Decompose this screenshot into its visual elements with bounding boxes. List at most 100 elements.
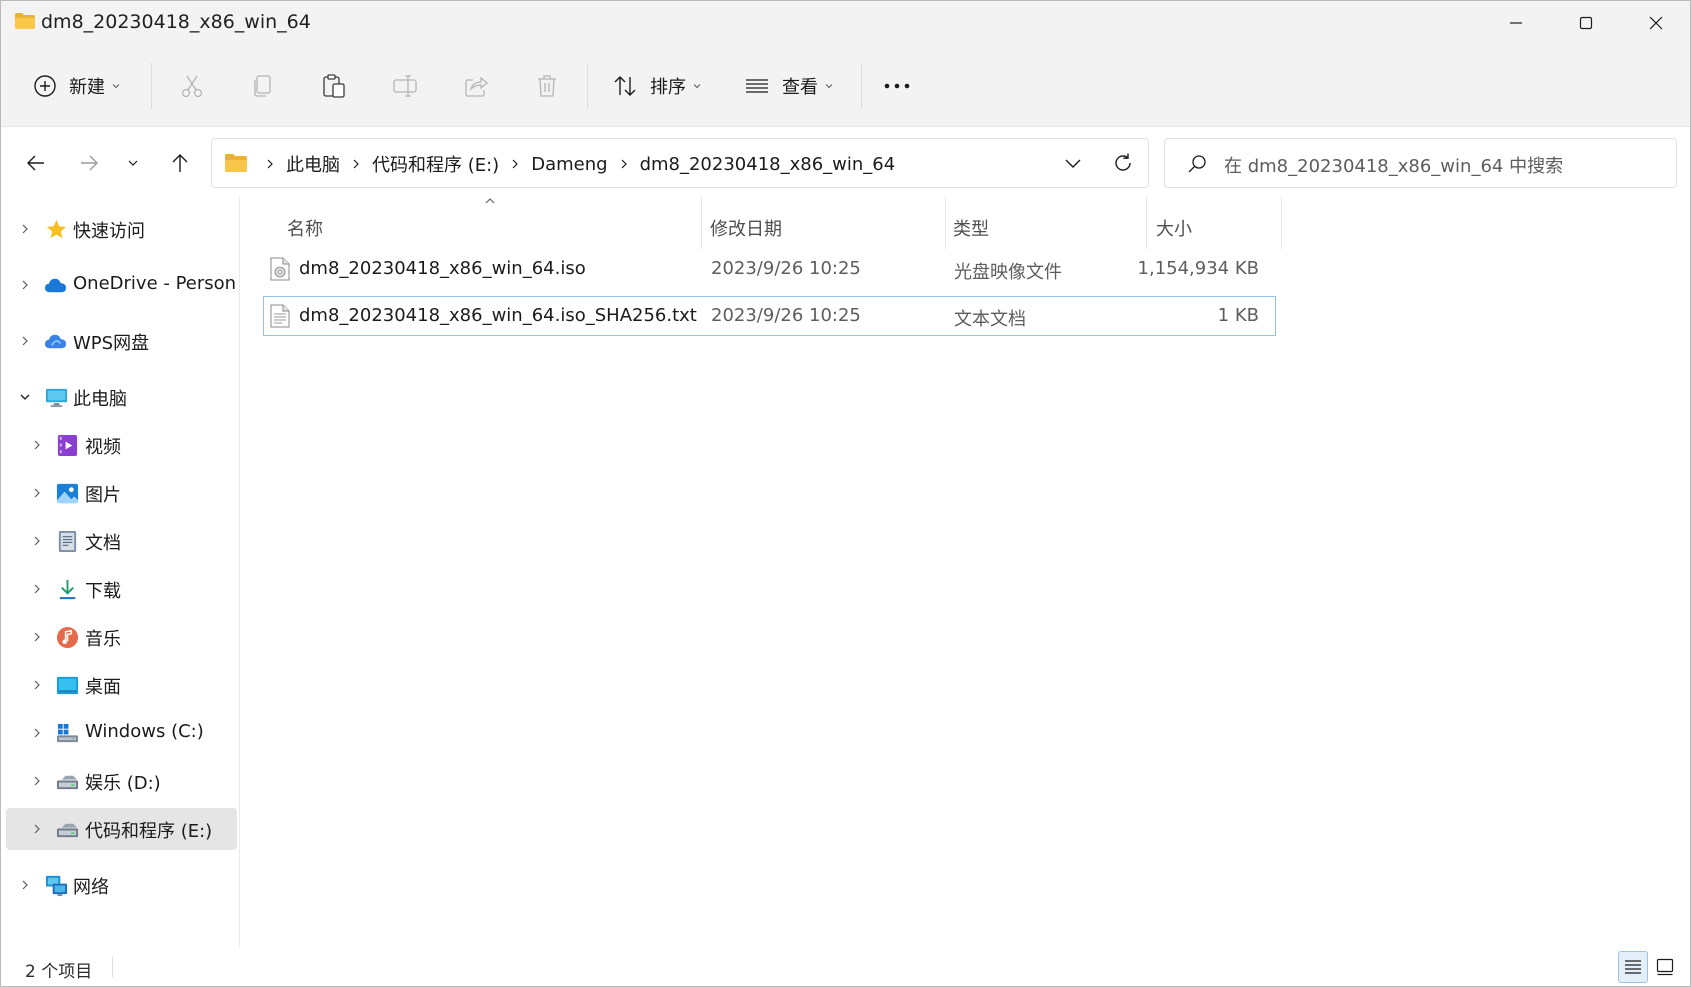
sidebar-item-label: 娱乐 (D:) — [85, 773, 161, 794]
chevron-right-icon[interactable] — [30, 822, 44, 836]
network-icon — [45, 875, 68, 897]
address-bar[interactable]: 此电脑 代码和程序 (E:) Dameng dm8_20230418_x86_w… — [211, 138, 1149, 188]
sidebar-item-label: 网络 — [73, 877, 109, 898]
sort-button[interactable]: 排序 — [612, 45, 702, 126]
refresh-icon[interactable] — [1112, 152, 1134, 174]
file-name[interactable]: dm8_20230418_x86_win_64.iso — [299, 258, 586, 279]
column-header-modified[interactable]: 修改日期 — [710, 209, 782, 247]
sidebar-item-pictures[interactable]: 图片 — [6, 472, 237, 514]
download-icon — [59, 579, 76, 600]
chevron-right-icon — [265, 158, 275, 170]
delete-button[interactable] — [534, 45, 560, 126]
column-divider[interactable] — [1146, 197, 1147, 249]
column-header-type[interactable]: 类型 — [953, 209, 989, 247]
plus-circle-icon — [34, 74, 56, 97]
paste-button[interactable] — [321, 45, 347, 126]
sidebar-item-desktop[interactable]: 桌面 — [6, 664, 237, 706]
search-icon — [1188, 155, 1206, 173]
forward-button[interactable] — [72, 146, 106, 180]
chevron-right-icon[interactable] — [619, 158, 629, 170]
minimize-button[interactable] — [1481, 1, 1551, 45]
chevron-right-icon[interactable] — [18, 878, 32, 892]
sidebar-item-downloads[interactable]: 下载 — [6, 568, 237, 610]
sidebar-item-label: 桌面 — [85, 677, 121, 698]
sidebar-item-drive-d[interactable]: 娱乐 (D:) — [6, 760, 237, 802]
large-icons-view-button[interactable] — [1650, 951, 1680, 983]
back-button[interactable] — [19, 146, 53, 180]
vertical-scrollbar[interactable] — [1683, 197, 1688, 947]
breadcrumb-dameng[interactable]: Dameng — [531, 154, 607, 175]
item-count: 2 个项目 — [25, 962, 93, 982]
details-view-button[interactable] — [1618, 951, 1648, 983]
sidebar-item-label: WPS网盘 — [73, 333, 150, 354]
sidebar-item-network[interactable]: 网络 — [6, 864, 237, 906]
maximize-icon — [1579, 16, 1593, 30]
star-icon — [46, 219, 67, 239]
sidebar-item-quick-access[interactable]: 快速访问 — [6, 208, 237, 250]
sidebar-item-drive-e-row[interactable]: 代码和程序 (E:) — [6, 808, 237, 850]
recent-locations-button[interactable] — [116, 146, 150, 180]
large-icons-view-icon — [1656, 958, 1674, 976]
chevron-right-icon[interactable] — [30, 774, 44, 788]
chevron-right-icon[interactable] — [30, 678, 44, 692]
column-header-size[interactable]: 大小 — [1156, 209, 1192, 247]
column-divider[interactable] — [945, 197, 946, 249]
breadcrumb-drive-e[interactable]: 代码和程序 (E:) — [372, 151, 499, 177]
search-box[interactable]: 在 dm8_20230418_x86_win_64 中搜索 — [1164, 138, 1677, 188]
rename-button[interactable] — [392, 45, 418, 126]
scissors-icon — [181, 75, 203, 97]
chevron-down-icon[interactable] — [1064, 156, 1082, 170]
file-modified: 2023/9/26 10:25 — [711, 305, 861, 326]
command-bar: 新建 排序 查看 — [1, 45, 1690, 127]
chevron-right-icon[interactable] — [351, 158, 361, 170]
paste-icon — [323, 73, 345, 98]
column-header-name[interactable]: 名称 — [287, 209, 323, 247]
close-button[interactable] — [1621, 1, 1691, 45]
breadcrumb-this-pc[interactable]: 此电脑 — [286, 151, 340, 177]
close-icon — [1649, 16, 1663, 30]
file-row[interactable]: dm8_20230418_x86_win_64.iso 2023/9/26 10… — [263, 249, 1276, 289]
sidebar-item-wps-cloud[interactable]: WPS网盘 — [6, 320, 237, 362]
chevron-right-icon[interactable] — [30, 726, 44, 740]
view-button[interactable]: 查看 — [744, 45, 834, 126]
disc-image-file-icon — [270, 257, 290, 281]
more-options-button[interactable] — [883, 45, 911, 126]
sidebar-item-this-pc[interactable]: 此电脑 — [6, 376, 237, 418]
onedrive-cloud-icon — [44, 278, 67, 293]
maximize-button[interactable] — [1551, 1, 1621, 45]
sidebar-item-documents[interactable]: 文档 — [6, 520, 237, 562]
column-divider[interactable] — [701, 197, 702, 249]
chevron-down-icon — [693, 83, 701, 88]
breadcrumb-current-folder[interactable]: dm8_20230418_x86_win_64 — [640, 154, 896, 175]
toolbar-divider — [587, 63, 588, 109]
sidebar-item-videos[interactable]: 视频 — [6, 424, 237, 466]
sidebar-item-music[interactable]: 音乐 — [6, 616, 237, 658]
chevron-right-icon[interactable] — [18, 222, 32, 236]
sidebar-item-drive-c[interactable]: Windows (C:) — [6, 712, 237, 754]
file-row[interactable]: dm8_20230418_x86_win_64.iso_SHA256.txt 2… — [263, 296, 1276, 336]
chevron-right-icon[interactable] — [30, 486, 44, 500]
chevron-right-icon[interactable] — [510, 158, 520, 170]
chevron-right-icon[interactable] — [18, 278, 32, 292]
explorer-window: dm8_20230418_x86_win_64 新建 排序 查看 此电脑 代码和… — [0, 0, 1691, 987]
computer-icon — [45, 388, 68, 408]
chevron-down-icon[interactable] — [18, 390, 32, 404]
column-divider[interactable] — [1281, 197, 1282, 249]
share-button[interactable] — [463, 45, 489, 126]
chevron-right-icon[interactable] — [30, 438, 44, 452]
search-input[interactable]: 在 dm8_20230418_x86_win_64 中搜索 — [1224, 152, 1563, 178]
toolbar-divider — [861, 63, 862, 109]
up-button[interactable] — [163, 146, 197, 180]
new-button[interactable]: 新建 — [33, 45, 121, 126]
chevron-right-icon[interactable] — [30, 630, 44, 644]
chevron-right-icon[interactable] — [18, 334, 32, 348]
sort-label: 排序 — [650, 76, 686, 98]
chevron-right-icon[interactable] — [30, 534, 44, 548]
sidebar-item-onedrive[interactable]: OneDrive - Personal — [6, 264, 237, 306]
chevron-right-icon[interactable] — [30, 582, 44, 596]
copy-button[interactable] — [250, 45, 276, 126]
drive-icon — [56, 775, 79, 790]
file-name[interactable]: dm8_20230418_x86_win_64.iso_SHA256.txt — [299, 305, 697, 326]
cut-button[interactable] — [179, 45, 205, 126]
new-label: 新建 — [69, 76, 105, 98]
